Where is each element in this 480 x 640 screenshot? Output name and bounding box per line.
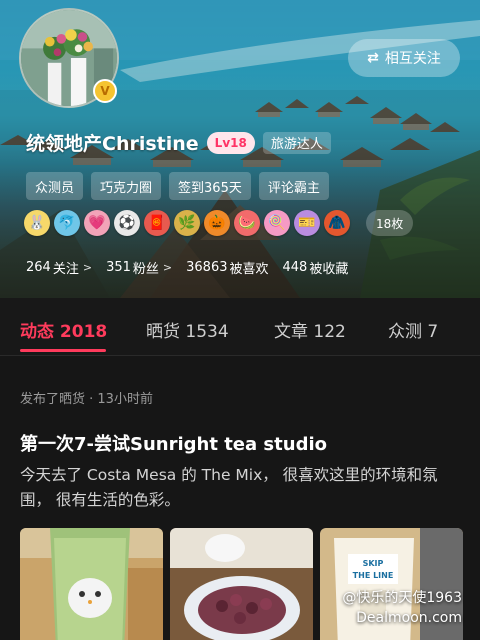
- stat-followers-value: 351: [106, 260, 131, 275]
- stat-following-value: 264: [26, 260, 51, 275]
- rabbit-medal-icon[interactable]: 🐰: [24, 210, 50, 236]
- swap-arrows-icon: ⇄: [367, 50, 379, 66]
- tag-chocolate-circle[interactable]: 巧克力圈: [91, 172, 162, 200]
- name-row: 统领地产Christine Lv18 旅游达人: [26, 129, 331, 156]
- username: 统领地产Christine: [26, 133, 199, 155]
- mutual-follow-label: 相互关注: [384, 51, 441, 67]
- popsicle-medal-icon[interactable]: 🍭: [264, 210, 290, 236]
- stat-favorited-value: 448: [282, 260, 308, 275]
- stats-row: 264 关注 > 351 粉丝 > 36863 被喜欢 448 被收藏: [26, 258, 348, 277]
- tab-tests[interactable]: 众测 7: [388, 317, 438, 342]
- stat-favorited: 448 被收藏: [283, 258, 349, 277]
- tab-activity[interactable]: 动态 2018: [20, 317, 107, 342]
- stat-liked-value: 36863: [186, 260, 228, 275]
- tab-shaihuo[interactable]: 晒货 1534: [146, 317, 229, 342]
- wreath-medal-icon[interactable]: 🌿: [174, 210, 200, 236]
- post-meta: 发布了晒货 · 13小时前: [20, 392, 153, 407]
- tag-tester[interactable]: 众测员: [26, 172, 84, 200]
- tag-checkin[interactable]: 签到365天: [169, 172, 251, 200]
- cup-label-line2: THE LINE: [353, 571, 394, 580]
- cup-label-line1: SKIP: [363, 559, 384, 568]
- post-image-dessert[interactable]: [170, 528, 313, 640]
- post-title[interactable]: 第一次7-尝试Sunright tea studio: [20, 430, 327, 456]
- tag-comment-master[interactable]: 评论霸主: [258, 172, 329, 200]
- stat-followers-label: 粉丝: [132, 262, 159, 277]
- ball-medal-icon[interactable]: ⚽: [114, 210, 140, 236]
- medal-count[interactable]: 18枚: [366, 210, 414, 236]
- medal-row[interactable]: 🐰 🐬 💗 ⚽ 🧧 🌿 🎃 🍉 🍭 🎫 🧥 18枚: [24, 210, 414, 236]
- title-badge[interactable]: 旅游达人: [262, 131, 331, 154]
- sweater-medal-icon[interactable]: 🧥: [324, 210, 350, 236]
- v-badge-icon: V: [93, 79, 117, 103]
- ticket-medal-icon[interactable]: 🎫: [294, 210, 320, 236]
- mutual-follow-button[interactable]: ⇄ 相互关注: [348, 39, 460, 77]
- stat-liked: 36863 被喜欢: [186, 258, 268, 277]
- profile-tabs: 动态 2018 晒货 1534 文章 122 众测 7: [0, 298, 480, 356]
- stat-followers[interactable]: 351 粉丝 >: [106, 258, 172, 277]
- angel-heart-medal-icon[interactable]: 💗: [84, 210, 110, 236]
- stat-following-label: 关注: [52, 262, 79, 277]
- post-image-drink[interactable]: [20, 528, 163, 640]
- stat-liked-label: 被喜欢: [229, 262, 269, 277]
- active-tab-indicator: [20, 349, 106, 352]
- dolphin-medal-icon[interactable]: 🐬: [54, 210, 80, 236]
- stat-following[interactable]: 264 关注 >: [26, 258, 92, 277]
- pumpkin-medal-icon[interactable]: 🎃: [204, 210, 230, 236]
- watermelon-medal-icon[interactable]: 🍉: [234, 210, 260, 236]
- stat-favorited-label: 被收藏: [309, 262, 349, 277]
- tab-articles[interactable]: 文章 122: [274, 317, 346, 342]
- post-body[interactable]: 今天去了 Costa Mesa 的 The Mix， 很喜欢这里的环境和氛围， …: [20, 463, 468, 513]
- level-badge[interactable]: Lv18: [206, 131, 255, 154]
- watermark-site: Dealmoon.com: [356, 610, 462, 626]
- chevron-right-icon: >: [82, 261, 93, 274]
- watermark: @快乐的天使1963 Dealmoon.com: [342, 588, 462, 628]
- profile-header: V ⇄ 相互关注 统领地产Christine Lv18 旅游达人 众测员 巧克力…: [0, 0, 480, 298]
- chevron-right-icon: >: [162, 261, 173, 274]
- redpacket-medal-icon[interactable]: 🧧: [144, 210, 170, 236]
- watermark-user: @快乐的天使1963: [342, 590, 462, 606]
- tag-row: 众测员 巧克力圈 签到365天 评论霸主: [26, 172, 329, 200]
